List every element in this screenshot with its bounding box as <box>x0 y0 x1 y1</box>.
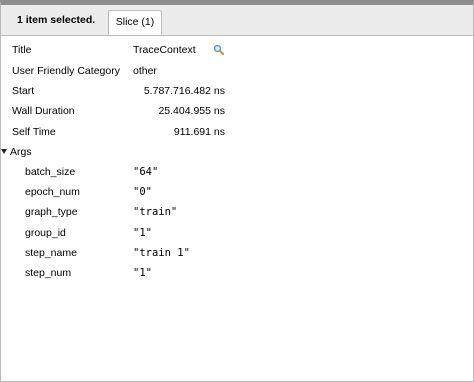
arg-value: "train" <box>133 206 178 218</box>
arg-row: epoch_num "0" <box>1 185 474 199</box>
self-time-value: 911.691 ns <box>173 126 225 138</box>
tab-bar: 1 item selected. Slice (1) <box>1 5 473 36</box>
args-toggle[interactable]: Args <box>1 145 32 159</box>
wall-duration-value: 25.404.955 ns <box>158 105 225 117</box>
detail-row-wall-duration: Wall Duration 25.404.955 ns <box>1 104 474 118</box>
detail-row-category: User Friendly Category other <box>1 64 474 78</box>
details-panel: 1 item selected. Slice (1) Title TraceCo… <box>0 0 474 382</box>
wall-duration-key: Wall Duration <box>12 105 75 117</box>
arg-key: epoch_num <box>25 186 80 198</box>
category-value: other <box>133 65 157 77</box>
title-value: TraceContext <box>133 44 196 56</box>
search-icon[interactable] <box>213 44 225 56</box>
args-section-header[interactable]: Args <box>1 145 474 159</box>
arg-row: group_id "1" <box>1 226 474 240</box>
start-value: 5.787.716.482 ns <box>143 85 225 97</box>
selection-count-label: 1 item selected. <box>17 14 96 26</box>
arg-value: "1" <box>133 267 152 279</box>
arg-key: group_id <box>25 227 66 239</box>
args-label: Args <box>10 146 32 158</box>
arg-row: step_num "1" <box>1 266 474 280</box>
title-key: Title <box>12 44 32 56</box>
arg-key: batch_size <box>25 166 76 178</box>
arg-value: "train 1" <box>133 247 190 259</box>
tab-slice[interactable]: Slice (1) <box>108 10 162 35</box>
category-key: User Friendly Category <box>12 65 120 77</box>
arg-key: graph_type <box>25 206 78 218</box>
detail-row-start: Start 5.787.716.482 ns <box>1 84 474 98</box>
arg-key: step_num <box>25 267 72 279</box>
arg-value: "0" <box>133 186 152 198</box>
detail-row-title: Title TraceContext <box>1 43 474 57</box>
arg-value: "1" <box>133 227 152 239</box>
arg-key: step_name <box>25 247 77 259</box>
arg-row: step_name "train 1" <box>1 246 474 260</box>
arg-row: graph_type "train" <box>1 205 474 219</box>
self-time-key: Self Time <box>12 126 56 138</box>
arg-value: "64" <box>133 166 159 178</box>
triangle-down-icon[interactable] <box>1 149 7 154</box>
start-key: Start <box>12 85 35 97</box>
detail-row-self-time: Self Time 911.691 ns <box>1 125 474 139</box>
arg-row: batch_size "64" <box>1 165 474 179</box>
